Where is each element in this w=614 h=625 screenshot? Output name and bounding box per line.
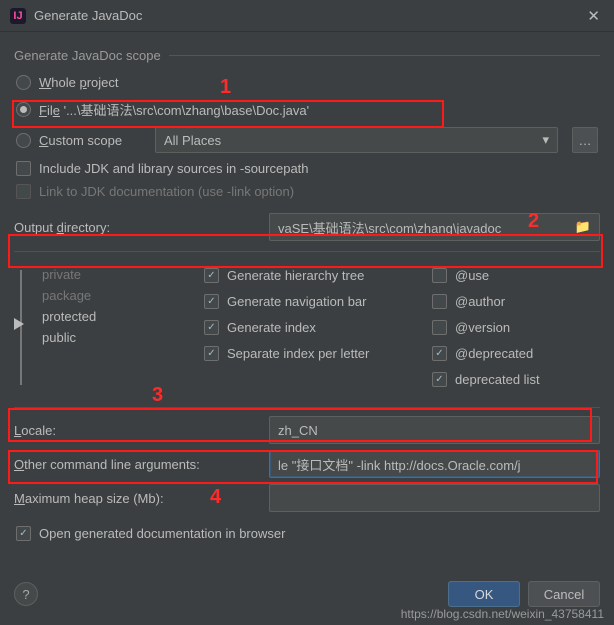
folder-icon[interactable]: 📁 bbox=[575, 219, 591, 235]
checkbox-icon bbox=[432, 320, 447, 335]
check-navbar[interactable]: Generate navigation bar bbox=[202, 290, 412, 313]
output-dir-input[interactable]: vaSE\基础语法\src\com\zhang\javadoc 📁 bbox=[269, 213, 600, 241]
radio-icon bbox=[16, 133, 31, 148]
link-jdk-check: Link to JDK documentation (use -link opt… bbox=[14, 180, 600, 203]
checkbox-icon bbox=[16, 526, 31, 541]
deprecated-label: @deprecated bbox=[455, 346, 533, 361]
radio-icon bbox=[16, 75, 31, 90]
checkbox-icon bbox=[204, 268, 219, 283]
open-browser-check[interactable]: Open generated documentation in browser bbox=[14, 522, 600, 545]
window-title: Generate JavaDoc bbox=[34, 8, 583, 23]
output-dir-label: Output directory: bbox=[14, 220, 269, 235]
vis-package[interactable]: package bbox=[22, 285, 184, 306]
radio-icon-selected bbox=[16, 102, 31, 117]
checkbox-icon bbox=[432, 268, 447, 283]
include-jdk-label: Include JDK and library sources in -sour… bbox=[39, 161, 309, 176]
scope-group-label: Generate JavaDoc scope bbox=[14, 48, 600, 63]
vis-public[interactable]: public bbox=[22, 327, 184, 348]
chevron-down-icon: ▾ bbox=[542, 132, 549, 148]
custom-scope-label: Custom scope bbox=[39, 133, 147, 148]
close-icon[interactable]: ✕ bbox=[583, 7, 604, 25]
file-option-label: File '...\基础语法\src\com\zhang\base\Doc.ja… bbox=[39, 100, 309, 119]
check-separate[interactable]: Separate index per letter bbox=[202, 342, 412, 365]
separator bbox=[14, 251, 600, 252]
check-version[interactable]: @version bbox=[430, 316, 542, 339]
navbar-label: Generate navigation bar bbox=[227, 294, 366, 309]
separate-label: Separate index per letter bbox=[227, 346, 369, 361]
watermark: https://blog.csdn.net/weixin_43758411 bbox=[401, 607, 604, 621]
use-label: @use bbox=[455, 268, 489, 283]
check-use[interactable]: @use bbox=[430, 264, 542, 287]
radio-file[interactable]: File '...\基础语法\src\com\zhang\base\Doc.ja… bbox=[14, 96, 600, 123]
other-args-label: Other command line arguments: bbox=[14, 457, 269, 472]
check-hierarchy[interactable]: Generate hierarchy tree bbox=[202, 264, 412, 287]
checkbox-icon bbox=[432, 346, 447, 361]
checkbox-icon bbox=[204, 294, 219, 309]
vis-private[interactable]: private bbox=[22, 264, 184, 285]
vis-protected[interactable]: protected bbox=[22, 306, 184, 327]
options-region: private package protected public Generat… bbox=[14, 260, 600, 397]
checkbox-icon bbox=[204, 320, 219, 335]
help-button[interactable]: ? bbox=[14, 582, 38, 606]
custom-scope-combo[interactable]: All Places ▾ bbox=[155, 127, 558, 153]
radio-whole-project[interactable]: Whole project bbox=[14, 71, 600, 94]
custom-scope-value: All Places bbox=[164, 133, 221, 148]
checkbox-icon-disabled bbox=[16, 184, 31, 199]
other-args-value: le "接口文档" -link http://docs.Oracle.com/j bbox=[278, 455, 521, 474]
deprecated-list-label: deprecated list bbox=[455, 372, 540, 387]
checkbox-icon bbox=[16, 161, 31, 176]
heap-label: Maximum heap size (Mb): bbox=[14, 491, 269, 506]
custom-scope-more-button[interactable]: … bbox=[572, 127, 598, 153]
check-index[interactable]: Generate index bbox=[202, 316, 412, 339]
ok-button[interactable]: OK bbox=[448, 581, 520, 607]
output-dir-value: vaSE\基础语法\src\com\zhang\javadoc bbox=[278, 218, 569, 237]
cancel-button[interactable]: Cancel bbox=[528, 581, 600, 607]
separator bbox=[14, 407, 600, 408]
checkbox-icon bbox=[432, 294, 447, 309]
titlebar: IJ Generate JavaDoc ✕ bbox=[0, 0, 614, 32]
checkbox-icon bbox=[204, 346, 219, 361]
link-jdk-label: Link to JDK documentation (use -link opt… bbox=[39, 184, 294, 199]
check-deprecated-list[interactable]: deprecated list bbox=[430, 368, 542, 391]
locale-input[interactable]: zh_CN bbox=[269, 416, 600, 444]
app-icon: IJ bbox=[10, 8, 26, 24]
tag-options: @use @author @version @deprecated deprec… bbox=[430, 264, 542, 391]
checkbox-icon bbox=[432, 372, 447, 387]
heap-input[interactable] bbox=[269, 484, 600, 512]
locale-label: Locale: bbox=[14, 423, 269, 438]
hierarchy-label: Generate hierarchy tree bbox=[227, 268, 364, 283]
open-browser-label: Open generated documentation in browser bbox=[39, 526, 285, 541]
version-label: @version bbox=[455, 320, 510, 335]
check-deprecated[interactable]: @deprecated bbox=[430, 342, 542, 365]
index-label: Generate index bbox=[227, 320, 316, 335]
visibility-slider[interactable]: private package protected public bbox=[14, 264, 184, 391]
scope-group-text: Generate JavaDoc scope bbox=[14, 48, 161, 63]
locale-value: zh_CN bbox=[278, 423, 318, 438]
gen-options: Generate hierarchy tree Generate navigat… bbox=[202, 264, 412, 391]
include-jdk-check[interactable]: Include JDK and library sources in -sour… bbox=[14, 157, 600, 180]
author-label: @author bbox=[455, 294, 505, 309]
whole-project-label: Whole project bbox=[39, 75, 119, 90]
other-args-input[interactable]: le "接口文档" -link http://docs.Oracle.com/j bbox=[269, 450, 600, 478]
check-author[interactable]: @author bbox=[430, 290, 542, 313]
radio-custom-scope[interactable]: Custom scope All Places ▾ … bbox=[14, 123, 600, 157]
